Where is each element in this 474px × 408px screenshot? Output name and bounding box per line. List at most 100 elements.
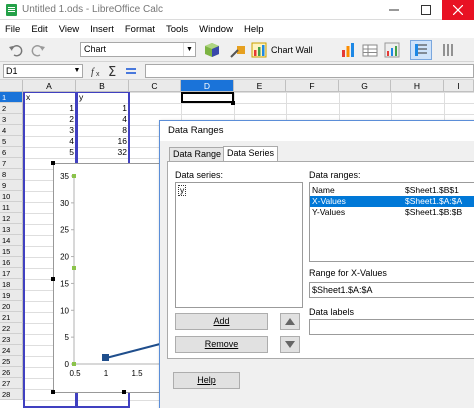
chevron-down-icon: ▼ [183,43,195,56]
maximize-button[interactable] [410,0,442,20]
tab-data-range[interactable]: Data Range [169,147,226,161]
row-header[interactable]: 22 [0,323,23,334]
y-axis-ticks: 35 30 25 20 15 10 5 0 [60,172,74,369]
row-header[interactable]: 6 [0,147,23,158]
data-range-row-name[interactable]: Name $Sheet1.$B$1 [310,185,474,196]
column-header-d[interactable]: D [181,80,234,92]
data-range-row-y-values[interactable]: Y-Values $Sheet1.$B:$B [310,207,474,218]
row-header[interactable]: 14 [0,235,23,246]
column-header-a[interactable]: A [23,80,76,92]
chart-resize-handle[interactable] [51,161,55,165]
row-header[interactable]: 5 [0,136,23,147]
data-ranges-list[interactable]: Name $Sheet1.$B$1 X-Values $Sheet1.$A:$A… [309,182,474,262]
chart-toolbar [0,38,474,62]
data-table-icon[interactable] [362,42,378,58]
function-wizard-icon[interactable]: fx [90,65,104,77]
row-header[interactable]: 7 [0,158,23,169]
y-tick-label: 20 [60,253,69,262]
x-tick-label: 0.5 [69,369,81,378]
data-series-item[interactable]: y [178,185,187,196]
row-header[interactable]: 18 [0,279,23,290]
series-line [105,343,161,359]
help-button-label: Help [197,375,216,385]
data-labels-input[interactable] [309,319,474,335]
chart-element-value: Chart [84,44,107,54]
data-series-label: Data series: [175,170,224,180]
column-header-i[interactable]: I [444,80,474,92]
row-header[interactable]: 13 [0,224,23,235]
add-button[interactable]: Add [175,313,268,330]
formula-input[interactable] [145,64,474,78]
fill-handle[interactable] [231,101,235,105]
row-header[interactable]: 1 [0,92,23,103]
range-for-label: Range for X-Values [309,268,387,278]
column-header-e[interactable]: E [234,80,286,92]
redo-icon[interactable] [30,42,46,58]
row-header[interactable]: 28 [0,389,23,400]
chart-resize-handle[interactable] [51,277,55,281]
active-cell-d1[interactable] [181,92,234,103]
chart-wall-icon[interactable] [251,42,267,58]
formula-icon[interactable] [124,65,138,77]
row-header[interactable]: 17 [0,268,23,279]
row-header[interactable]: 24 [0,345,23,356]
column-header-f[interactable]: F [286,80,339,92]
minimize-button[interactable] [378,0,410,20]
tab-data-series[interactable]: Data Series [223,146,279,161]
menu-edit[interactable]: Edit [31,24,47,35]
row-header[interactable]: 19 [0,290,23,301]
row-header[interactable]: 23 [0,334,23,345]
row-header[interactable]: 20 [0,301,23,312]
undo-icon[interactable] [8,42,24,58]
row-header[interactable]: 16 [0,257,23,268]
chart-wall-label[interactable]: Chart Wall [271,45,313,55]
row-header[interactable]: 12 [0,213,23,224]
column-header-b[interactable]: B [76,80,129,92]
column-header-c[interactable]: C [129,80,181,92]
horizontal-grids-icon[interactable] [413,42,429,58]
chart-resize-handle[interactable] [51,390,55,394]
row-header[interactable]: 10 [0,191,23,202]
move-down-button[interactable] [280,336,300,353]
menu-tools[interactable]: Tools [166,24,188,35]
row-header[interactable]: 15 [0,246,23,257]
name-box[interactable]: D1 ▼ [3,64,83,78]
data-series-list[interactable]: y [175,182,303,308]
close-button[interactable] [442,0,474,20]
3d-cube-icon[interactable] [204,42,220,58]
format-selection-icon[interactable] [230,42,246,58]
row-header[interactable]: 25 [0,356,23,367]
column-header-g[interactable]: G [339,80,391,92]
row-header[interactable]: 9 [0,180,23,191]
menu-view[interactable]: View [59,24,79,35]
remove-button[interactable]: Remove [175,336,268,353]
menu-file[interactable]: File [5,24,20,35]
chart-element-select[interactable]: Chart ▼ [80,42,196,57]
bar-chart-icon[interactable] [340,42,356,58]
row-header[interactable]: 3 [0,114,23,125]
select-all-corner[interactable] [0,80,23,92]
chevron-down-icon: ▼ [73,67,81,74]
sum-icon[interactable]: Σ [107,64,119,78]
row-header[interactable]: 26 [0,367,23,378]
row-header[interactable]: 8 [0,169,23,180]
row-header[interactable]: 21 [0,312,23,323]
move-up-button[interactable] [280,313,300,330]
menu-insert[interactable]: Insert [90,24,114,35]
vertical-grids-icon[interactable] [440,42,456,58]
chart-type-icon[interactable] [384,42,400,58]
menu-help[interactable]: Help [244,24,264,35]
column-header-h[interactable]: H [391,80,444,92]
row-header[interactable]: 11 [0,202,23,213]
chart-resize-handle[interactable] [122,390,126,394]
range-for-input[interactable]: $Sheet1.$A:$A [309,282,474,298]
row-header[interactable]: 4 [0,125,23,136]
y-tick-label: 10 [60,306,69,315]
row-header[interactable]: 27 [0,378,23,389]
help-button[interactable]: Help [173,372,240,389]
menu-window[interactable]: Window [199,24,233,35]
row-header[interactable]: 2 [0,103,23,114]
svg-text:f: f [91,67,95,77]
menu-format[interactable]: Format [125,24,155,35]
data-range-row-x-values[interactable]: X-Values $Sheet1.$A:$A [310,196,474,207]
